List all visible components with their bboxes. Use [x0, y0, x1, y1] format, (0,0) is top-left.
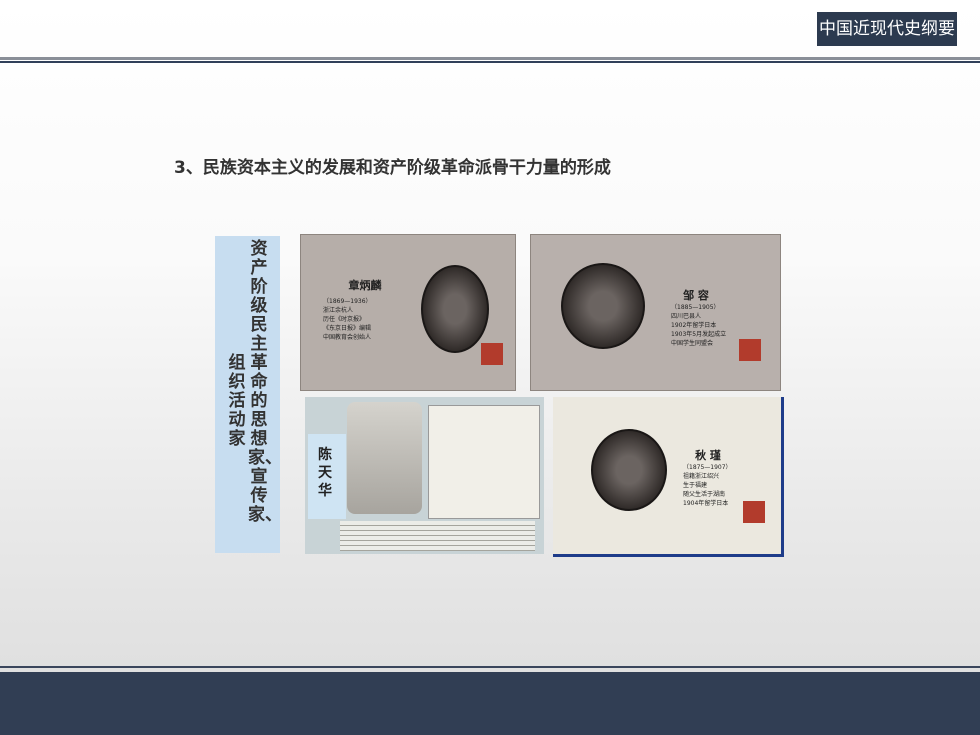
- footer-divider: [0, 666, 980, 668]
- card-info: （1885—1905） 四川巴县人 1902年留学日本 1903年5月发起成立 …: [671, 304, 727, 347]
- photo-card-zhang-binglin: 章炳麟 （1869—1936） 浙江余杭人 历任《时京报》 《东京日报》编辑 中…: [300, 234, 516, 391]
- photo-card-qiu-jin: 秋 瑾 （1875—1907） 祖籍浙江绍兴 生于福建 随父生活于湖南 1904…: [553, 397, 784, 557]
- portrait-photo: [561, 263, 645, 349]
- card-name: 章炳麟: [348, 279, 382, 292]
- vertical-label-col1: 资产阶级民主革命的思想家、宣传家、: [248, 239, 282, 525]
- seal-stamp: [739, 339, 761, 361]
- portrait-photo: [421, 265, 489, 353]
- slide-title: 3、民族资本主义的发展和资产阶级革命派骨干力量的形成: [174, 158, 611, 178]
- card-name: 邹 容: [683, 289, 709, 302]
- card-info: （1875—1907） 祖籍浙江绍兴 生于福建 随父生活于湖南 1904年留学日…: [683, 464, 732, 507]
- caption-text-image: [340, 521, 535, 551]
- seal-stamp: [481, 343, 503, 365]
- header-divider-dark: [0, 61, 980, 63]
- card-name: 陈天华: [318, 447, 332, 499]
- vertical-label-col2: 组织活动家: [228, 353, 246, 449]
- seal-stamp: [743, 501, 765, 523]
- course-title-badge: 中国近现代史纲要: [817, 12, 957, 46]
- card-info: （1869—1936） 浙江余杭人 历任《时京报》 《东京日报》编辑 中国教育会…: [323, 298, 372, 341]
- calligraphy-image: [428, 405, 540, 519]
- header-divider: [0, 57, 980, 60]
- card-name: 秋 瑾: [695, 449, 721, 462]
- vertical-label-box: 资产阶级民主革命的思想家、宣传家、 组织活动家: [215, 236, 282, 553]
- portrait-photo: [591, 429, 667, 511]
- portrait-photo: [347, 402, 422, 514]
- photo-card-zou-rong: 邹 容 （1885—1905） 四川巴县人 1902年留学日本 1903年5月发…: [530, 234, 781, 391]
- footer-bar: [0, 672, 980, 735]
